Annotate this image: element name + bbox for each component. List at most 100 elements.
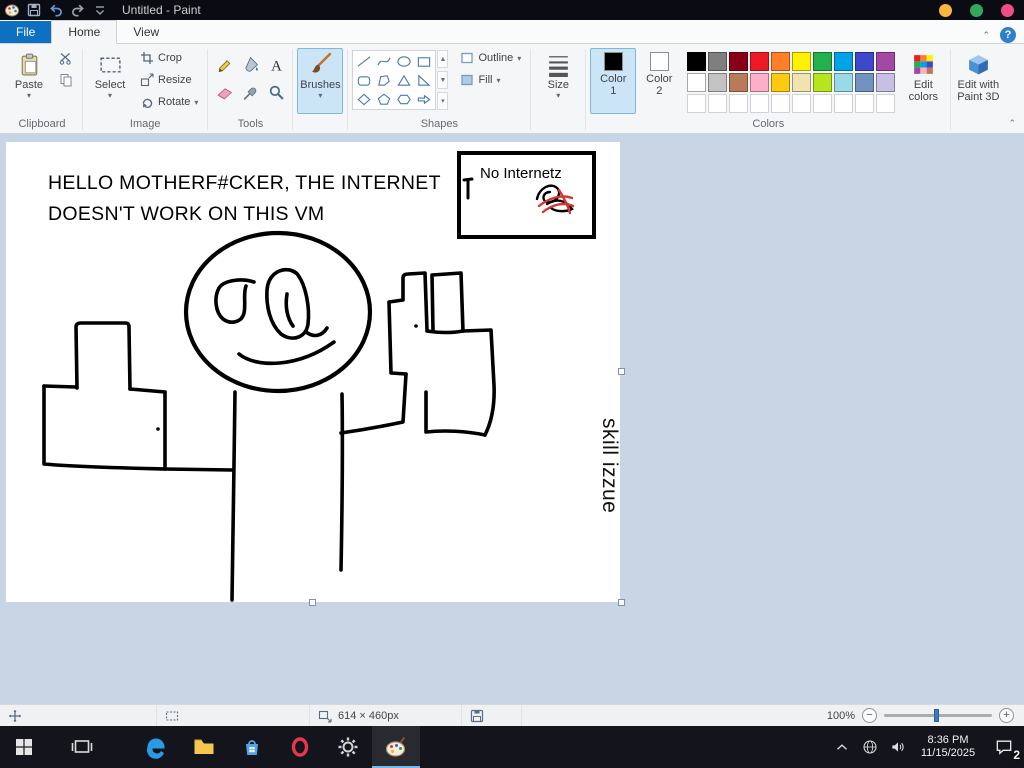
pentagon-shape-button[interactable]: [374, 90, 394, 109]
maximize-button[interactable]: [970, 3, 983, 17]
paste-button[interactable]: Paste ▾: [6, 48, 52, 114]
color2-button[interactable]: Color 2: [636, 48, 682, 114]
palette-swatch-empty[interactable]: [687, 94, 707, 113]
brushes-button[interactable]: Brushes ▾: [297, 48, 344, 114]
cut-button[interactable]: [54, 48, 78, 68]
hexagon-shape-button[interactable]: [394, 90, 414, 109]
canvas-resize-handle-right[interactable]: [618, 368, 625, 375]
color-picker-tool-button[interactable]: [238, 79, 262, 105]
triangle-shape-button[interactable]: [394, 71, 414, 90]
taskbar-opera-button[interactable]: [276, 726, 324, 768]
size-button[interactable]: Size ▾: [535, 48, 581, 114]
tab-file[interactable]: File: [0, 21, 52, 43]
zoom-slider[interactable]: [884, 709, 992, 722]
fill-button[interactable]: Fill ▾: [455, 70, 526, 90]
select-button[interactable]: Select ▾: [87, 48, 133, 114]
magnifier-tool-button[interactable]: [264, 79, 288, 105]
palette-swatch[interactable]: [792, 73, 812, 92]
palette-swatch-empty[interactable]: [813, 94, 833, 113]
palette-swatch[interactable]: [687, 52, 707, 71]
palette-swatch-empty[interactable]: [792, 94, 812, 113]
palette-swatch[interactable]: [750, 52, 770, 71]
tab-view[interactable]: View: [117, 21, 175, 43]
palette-swatch-empty[interactable]: [750, 94, 770, 113]
taskbar-settings-button[interactable]: [324, 726, 372, 768]
resize-button[interactable]: Resize: [135, 70, 203, 90]
help-button[interactable]: ?: [1000, 27, 1016, 43]
minimize-button[interactable]: [939, 3, 952, 17]
shapes-more-button[interactable]: ▾: [437, 92, 449, 110]
taskbar-store-button[interactable]: [228, 726, 276, 768]
palette-swatch-empty[interactable]: [876, 94, 896, 113]
task-view-button[interactable]: [58, 726, 106, 768]
shapes-scroll-down-button[interactable]: ▼: [437, 71, 449, 89]
palette-swatch[interactable]: [729, 52, 749, 71]
rectangle-shape-button[interactable]: [414, 52, 434, 71]
palette-swatch[interactable]: [771, 73, 791, 92]
palette-swatch[interactable]: [792, 52, 812, 71]
palette-swatch[interactable]: [876, 52, 896, 71]
right-triangle-shape-button[interactable]: [414, 71, 434, 90]
palette-swatch[interactable]: [855, 52, 875, 71]
save-button[interactable]: [26, 2, 42, 18]
palette-swatch[interactable]: [834, 52, 854, 71]
palette-swatch[interactable]: [813, 52, 833, 71]
color1-button[interactable]: Color 1: [590, 48, 637, 114]
palette-swatch-empty[interactable]: [771, 94, 791, 113]
polygon-shape-button[interactable]: [374, 71, 394, 90]
crop-button[interactable]: Crop: [135, 48, 203, 68]
palette-swatch[interactable]: [771, 52, 791, 71]
palette-swatch[interactable]: [834, 73, 854, 92]
collapse-ribbon-button[interactable]: ⌃: [1008, 118, 1016, 129]
taskbar-file-explorer-button[interactable]: [180, 726, 228, 768]
canvas-resize-handle-bottom[interactable]: [309, 599, 316, 606]
edit-colors-button[interactable]: Edit colors: [900, 48, 946, 114]
palette-swatch[interactable]: [729, 73, 749, 92]
palette-swatch-empty[interactable]: [708, 94, 728, 113]
edit-with-paint3d-button[interactable]: Edit with Paint 3D: [955, 48, 1001, 114]
undo-button[interactable]: [48, 2, 64, 18]
pencil-tool-button[interactable]: [212, 51, 236, 77]
palette-swatch-empty[interactable]: [855, 94, 875, 113]
taskbar-clock[interactable]: 8:36 PM 11/15/2025: [912, 734, 984, 760]
copy-button[interactable]: [54, 70, 78, 90]
redo-button[interactable]: [70, 2, 86, 18]
palette-swatch[interactable]: [708, 52, 728, 71]
text-tool-button[interactable]: A: [264, 51, 288, 77]
volume-button[interactable]: [884, 726, 912, 768]
palette-swatch[interactable]: [876, 73, 896, 92]
start-button[interactable]: [0, 726, 48, 768]
zoom-in-button[interactable]: +: [999, 708, 1014, 723]
rounded-rectangle-shape-button[interactable]: [354, 71, 374, 90]
palette-swatch[interactable]: [855, 73, 875, 92]
line-shape-button[interactable]: [354, 52, 374, 71]
palette-swatch[interactable]: [687, 73, 707, 92]
zoom-slider-thumb[interactable]: [934, 709, 939, 722]
curve-shape-button[interactable]: [374, 52, 394, 71]
outline-button[interactable]: Outline ▾: [455, 48, 526, 68]
tab-home[interactable]: Home: [51, 20, 118, 44]
palette-swatch-empty[interactable]: [834, 94, 854, 113]
fill-tool-button[interactable]: [238, 51, 262, 77]
minimize-ribbon-button[interactable]: ⌃: [982, 30, 990, 41]
drawing-canvas[interactable]: HELLO MOTHERF#CKER, THE INTERNET DOESN'T…: [6, 142, 620, 602]
canvas-resize-handle-corner[interactable]: [618, 599, 625, 606]
customize-qat-button[interactable]: [92, 2, 108, 18]
right-arrow-shape-button[interactable]: [414, 90, 434, 109]
close-button[interactable]: [1001, 3, 1014, 17]
palette-swatch[interactable]: [813, 73, 833, 92]
shapes-scroll-up-button[interactable]: ▲: [437, 50, 449, 68]
rotate-button[interactable]: Rotate ▾: [135, 92, 203, 112]
palette-swatch[interactable]: [750, 73, 770, 92]
taskbar-edge-button[interactable]: [132, 726, 180, 768]
eraser-tool-button[interactable]: [212, 79, 236, 105]
palette-swatch-empty[interactable]: [729, 94, 749, 113]
action-center-button[interactable]: 2: [984, 726, 1024, 768]
diamond-shape-button[interactable]: [354, 90, 374, 109]
tray-expand-button[interactable]: [828, 726, 856, 768]
zoom-out-button[interactable]: −: [862, 708, 877, 723]
taskbar-paint-button[interactable]: [372, 726, 420, 768]
oval-shape-button[interactable]: [394, 52, 414, 71]
network-button[interactable]: [856, 726, 884, 768]
palette-swatch[interactable]: [708, 73, 728, 92]
